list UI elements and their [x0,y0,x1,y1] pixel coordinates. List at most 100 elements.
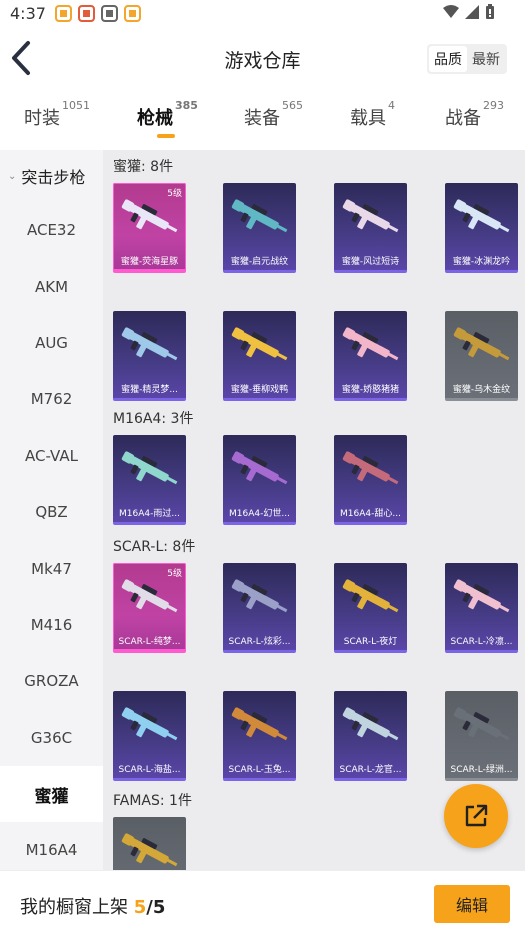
weapon-skin-card[interactable]: SCAR-L-冷凛... [445,563,518,653]
tab-count: 565 [282,99,303,112]
weapon-skin-name: 蜜獾-精灵梦... [121,385,178,395]
weapon-skin-card[interactable]: 蜜獾-冰渊龙吟 [445,183,518,273]
weapon-skin-name: 蜜獾-风过短诗 [341,257,400,267]
pubg-coin-icon [54,4,72,22]
weapon-skin-name: SCAR-L-炫彩... [228,637,291,647]
active-tab-indicator [157,134,175,138]
weapon-skin-card[interactable]: 5级 蜜獾-荧海星豚 [113,183,186,273]
tab-label: 时装 [24,108,60,129]
showcase-label: 我的橱窗上架 [20,897,128,918]
weapon-skin-card[interactable]: SCAR-L-海盐... [113,691,186,781]
weapon-skin-name: 蜜獾-乌木金纹 [452,385,511,395]
rifle-icon [342,579,399,613]
sidebar-category-header[interactable]: ⌄ 突击步枪 [0,150,103,202]
showcase-separator: / [146,897,153,918]
weapon-skin-name: SCAR-L-玉兔... [228,765,291,775]
status-indicators [443,4,495,19]
weapon-skin-card[interactable]: M16A4-幻世... [223,435,296,525]
sidebar-item-akm[interactable]: AKM [0,258,103,314]
rifle-icon [342,327,399,361]
game-mascot-icon [77,4,95,22]
tab-label: 枪械 [137,108,173,129]
weapon-skin-card[interactable]: 蜜獾-精灵梦... [113,311,186,401]
weapon-skin-card[interactable]: 蜜獾-娇憨猪猪 [334,311,407,401]
showcase-status: 我的橱窗上架 5/5 [20,893,165,919]
category-tabs: 时装1051 枪械385 装备565 载具4 战备293 [0,98,525,142]
weapon-skin-card[interactable] [113,817,186,870]
sidebar-item-m762[interactable]: M762 [0,371,103,427]
section-title: SCAR-L: 8件 [113,539,196,555]
rifle-icon [121,199,178,233]
showcase-total: 5 [152,897,166,918]
sidebar-item-mk47[interactable]: Mk47 [0,540,103,596]
weapon-skin-card[interactable]: SCAR-L-龙官... [334,691,407,781]
battery-icon [486,4,494,19]
rifle-icon [453,199,510,233]
weapon-skin-name: SCAR-L-冷凛... [450,637,513,647]
sidebar-item--[interactable]: 蜜獾 [0,765,103,823]
sidebar-list: ACE32 AKM AUG M762 AC-VAL QBZ Mk47 M416 GROZA G36… [0,202,103,870]
share-button[interactable] [444,784,508,848]
weapon-skin-name: SCAR-L-夜灯 [343,637,398,647]
item-grid: 蜜獾: 8件 5级 蜜獾-荧海星豚 蜜獾-启元战纹 蜜獾-风过短诗 蜜獾-冰渊龙吟蜜獾-精… [103,150,525,870]
bottom-bar: 我的橱窗上架 5/5 编辑 [0,870,525,936]
sidebar-category-label: 突击步枪 [21,168,86,187]
tab-count: 293 [483,99,504,112]
section-title: 蜜獾: 8件 [113,159,174,175]
weapon-skin-name: M16A4-幻世... [229,509,290,519]
weapon-skin-name: SCAR-L-绿洲... [450,765,513,775]
weapon-skin-card[interactable]: 蜜獾-启元战纹 [223,183,296,273]
tab-firearms[interactable]: 枪械385 [137,99,198,130]
weapon-skin-card[interactable]: 5级 SCAR-L-纯梦... [113,563,186,653]
tab-label: 载具 [350,108,386,129]
sort-by-latest-button[interactable]: 最新 [467,46,505,72]
weapon-skin-card[interactable]: SCAR-L-炫彩... [223,563,296,653]
weapon-skin-card[interactable]: M16A4-雨过... [113,435,186,525]
rifle-icon [453,327,510,361]
sidebar-item-aug[interactable]: AUG [0,315,103,371]
sidebar-item-ac-val[interactable]: AC-VAL [0,428,103,484]
rifle-icon [121,833,178,867]
sidebar-item-m416[interactable]: M416 [0,597,103,653]
status-time: 4:37 [10,3,46,23]
tab-fashion[interactable]: 时装1051 [24,99,90,130]
sidebar-item-qbz[interactable]: QBZ [0,484,103,540]
weapon-skin-name: SCAR-L-龙官... [339,765,402,775]
tab-equipment[interactable]: 装备565 [244,99,303,130]
tab-vehicles[interactable]: 载具4 [350,99,395,130]
weapon-skin-card[interactable]: M16A4-甜心... [334,435,407,525]
edit-button[interactable]: 编辑 [434,885,510,923]
weapon-skin-card[interactable]: SCAR-L-绿洲... [445,691,518,781]
rifle-icon [121,327,178,361]
status-bar: 4:37 [0,0,525,26]
share-icon [465,804,488,827]
section-title: M16A4: 3件 [113,411,194,427]
weapon-skin-card[interactable]: SCAR-L-夜灯 [334,563,407,653]
sidebar-item-ace32[interactable]: ACE32 [0,202,103,258]
sort-by-quality-button[interactable]: 品质 [429,46,467,72]
status-app-icons [52,4,144,22]
sidebar-item-groza[interactable]: GROZA [0,653,103,709]
showcase-count: 5 [133,897,147,918]
tab-count: 385 [175,99,198,112]
rifle-icon [231,451,288,485]
rifle-icon [453,707,510,741]
weapon-skin-name: SCAR-L-纯梦... [118,637,181,647]
rifle-icon [453,579,510,613]
sort-toggle[interactable]: 品质 最新 [427,44,507,74]
rifle-icon [121,451,178,485]
sidebar-item-g36c[interactable]: G36C [0,710,103,766]
weapon-skin-card[interactable]: 蜜獾-乌木金纹 [445,311,518,401]
weapon-sidebar: ⌄ 突击步枪 ACE32 AKM AUG M762 AC-VAL QBZ Mk47 M416 G… [0,150,103,870]
rifle-icon [121,707,178,741]
signal-icon [465,4,479,19]
weapon-skin-card[interactable]: SCAR-L-玉兔... [223,691,296,781]
pubg-coin-icon [123,4,141,22]
tab-supplies[interactable]: 战备293 [445,99,504,130]
weapon-skin-name: 蜜獾-荧海星豚 [120,257,179,267]
sidebar-item-m16a4[interactable]: M16A4 [0,822,103,870]
weapon-skin-card[interactable]: 蜜獾-风过短诗 [334,183,407,273]
weapon-skin-name: 蜜獾-娇憨猪猪 [341,385,400,395]
rifle-icon [342,451,399,485]
weapon-skin-card[interactable]: 蜜獾-垂柳戏鸭 [223,311,296,401]
